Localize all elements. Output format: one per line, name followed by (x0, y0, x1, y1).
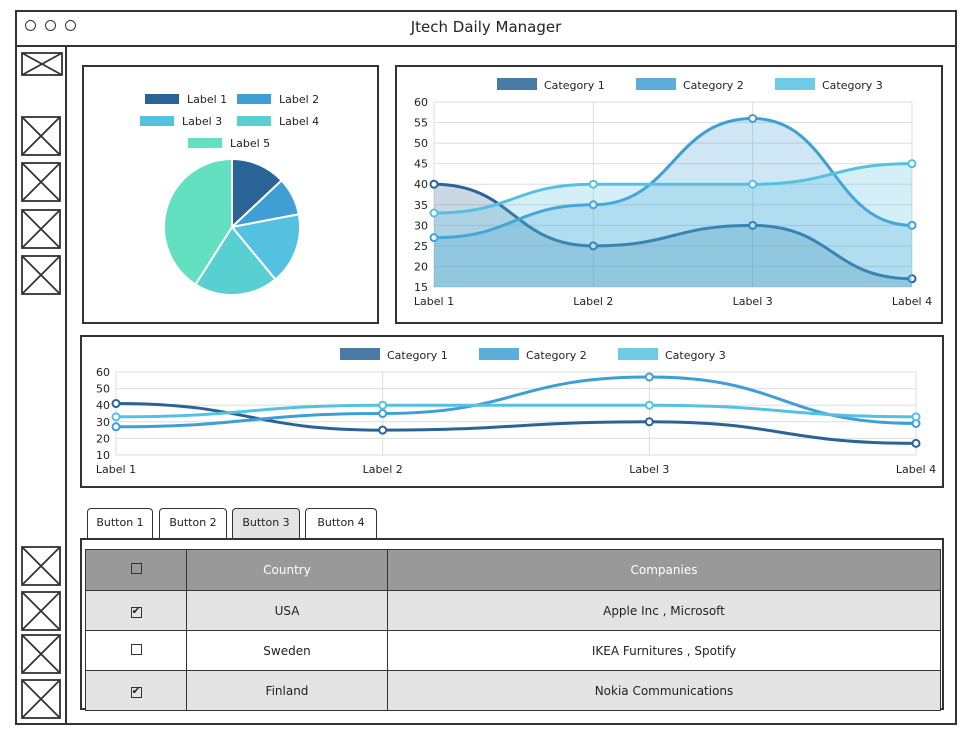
table-header-row: Country Companies (85, 549, 941, 591)
x-tick-label: Label 4 (896, 463, 936, 476)
tab-button-2[interactable]: Button 2 (159, 508, 227, 538)
country-cell: USA (186, 590, 388, 631)
series-legend-swatch (479, 348, 519, 360)
row-checkbox-cell[interactable] (85, 630, 187, 671)
x-tick-label: Label 1 (414, 295, 454, 308)
series-legend-swatch (340, 348, 380, 360)
data-point (378, 425, 388, 435)
series-legend-swatch (636, 78, 676, 90)
row-checkbox-cell[interactable]: ✔ (85, 590, 187, 631)
column-header-companies[interactable]: Companies (387, 549, 941, 591)
tab-label: Button 4 (317, 516, 365, 529)
y-tick-label: 50 (414, 137, 428, 150)
table-panel: Country Companies ✔ USA Apple Inc , Micr… (80, 538, 944, 711)
y-tick-label: 30 (96, 416, 110, 429)
y-tick-label: 40 (96, 399, 110, 412)
data-point (644, 417, 654, 427)
x-tick-label: Label 1 (96, 463, 136, 476)
y-tick-label: 50 (96, 383, 110, 396)
series-legend-swatch (497, 78, 537, 90)
series-legend-label: Category 3 (822, 79, 883, 92)
pie-legend-label: Label 4 (279, 115, 319, 128)
pie-legend-label: Label 1 (187, 93, 227, 106)
data-point (644, 372, 654, 382)
data-point (644, 400, 654, 410)
data-point (911, 438, 921, 448)
y-tick-label: 10 (96, 449, 110, 462)
table-row[interactable]: ✔ USA Apple Inc , Microsoft (85, 590, 941, 631)
row-checkbox-unchecked[interactable] (130, 643, 142, 655)
row-checkbox-cell[interactable]: ✔ (85, 670, 187, 711)
data-point (588, 179, 598, 189)
y-tick-label: 45 (414, 158, 428, 171)
y-tick-label: 15 (414, 281, 428, 294)
y-tick-label: 30 (414, 219, 428, 232)
data-point (748, 113, 758, 123)
data-point (429, 208, 439, 218)
select-all-checkbox[interactable] (130, 563, 142, 574)
data-point (911, 412, 921, 422)
y-tick-label: 60 (414, 96, 428, 109)
companies-cell: IKEA Furnitures , Spotify (387, 630, 941, 671)
y-tick-label: 55 (414, 117, 428, 130)
series-legend-label: Category 1 (387, 349, 448, 362)
row-checkbox-checked[interactable]: ✔ (130, 687, 142, 698)
tab-label: Button 1 (96, 516, 144, 529)
tab-label: Button 3 (242, 516, 290, 529)
y-tick-label: 20 (96, 432, 110, 445)
pie-legend-label: Label 5 (230, 137, 270, 150)
y-tick-label: 25 (414, 240, 428, 253)
series-line (115, 375, 917, 429)
row-checkbox-checked[interactable]: ✔ (130, 607, 142, 618)
country-cell: Sweden (186, 630, 388, 671)
series-legend-label: Category 2 (683, 79, 744, 92)
data-point (111, 399, 121, 409)
pie-legend-swatch (188, 138, 222, 148)
series-legend-label: Category 3 (665, 349, 726, 362)
pie-legend-swatch (237, 116, 271, 126)
series-legend-label: Category 1 (544, 79, 605, 92)
pie-legend-label: Label 3 (182, 115, 222, 128)
tab-button-3[interactable]: Button 3 (232, 508, 300, 538)
series-legend-label: Category 2 (526, 349, 587, 362)
table-row[interactable]: Sweden IKEA Furnitures , Spotify (85, 630, 941, 671)
x-tick-label: Label 3 (733, 295, 773, 308)
select-all-cell[interactable] (85, 549, 187, 591)
companies-cell: Apple Inc , Microsoft (387, 590, 941, 631)
x-tick-label: Label 2 (573, 295, 613, 308)
data-point (111, 422, 121, 432)
column-header-country[interactable]: Country (186, 549, 388, 591)
pie-legend-swatch (237, 94, 271, 104)
data-point (111, 412, 121, 422)
y-tick-label: 35 (414, 199, 428, 212)
pie-legend-swatch (145, 94, 179, 104)
country-cell: Finland (186, 670, 388, 711)
x-tick-label: Label 2 (363, 463, 403, 476)
data-point (378, 400, 388, 410)
series-line (115, 402, 917, 445)
y-tick-label: 20 (414, 260, 428, 273)
y-tick-label: 40 (414, 178, 428, 191)
tab-button-4[interactable]: Button 4 (305, 508, 377, 538)
data-point (429, 179, 439, 189)
tab-button-1[interactable]: Button 1 (87, 508, 153, 538)
table-row[interactable]: ✔ Finland Nokia Communications (85, 670, 941, 711)
series-legend-swatch (618, 348, 658, 360)
pie-legend-swatch (140, 116, 174, 126)
data-point (378, 409, 388, 418)
x-tick-label: Label 3 (629, 463, 669, 476)
data-point (748, 179, 758, 189)
data-table: Country Companies ✔ USA Apple Inc , Micr… (85, 549, 941, 711)
companies-cell: Nokia Communications (387, 670, 941, 711)
x-tick-label: Label 4 (892, 295, 932, 308)
y-tick-label: 60 (96, 366, 110, 379)
pie-legend-label: Label 2 (279, 93, 319, 106)
series-legend-swatch (775, 78, 815, 90)
data-point (907, 159, 917, 169)
tab-label: Button 2 (169, 516, 217, 529)
